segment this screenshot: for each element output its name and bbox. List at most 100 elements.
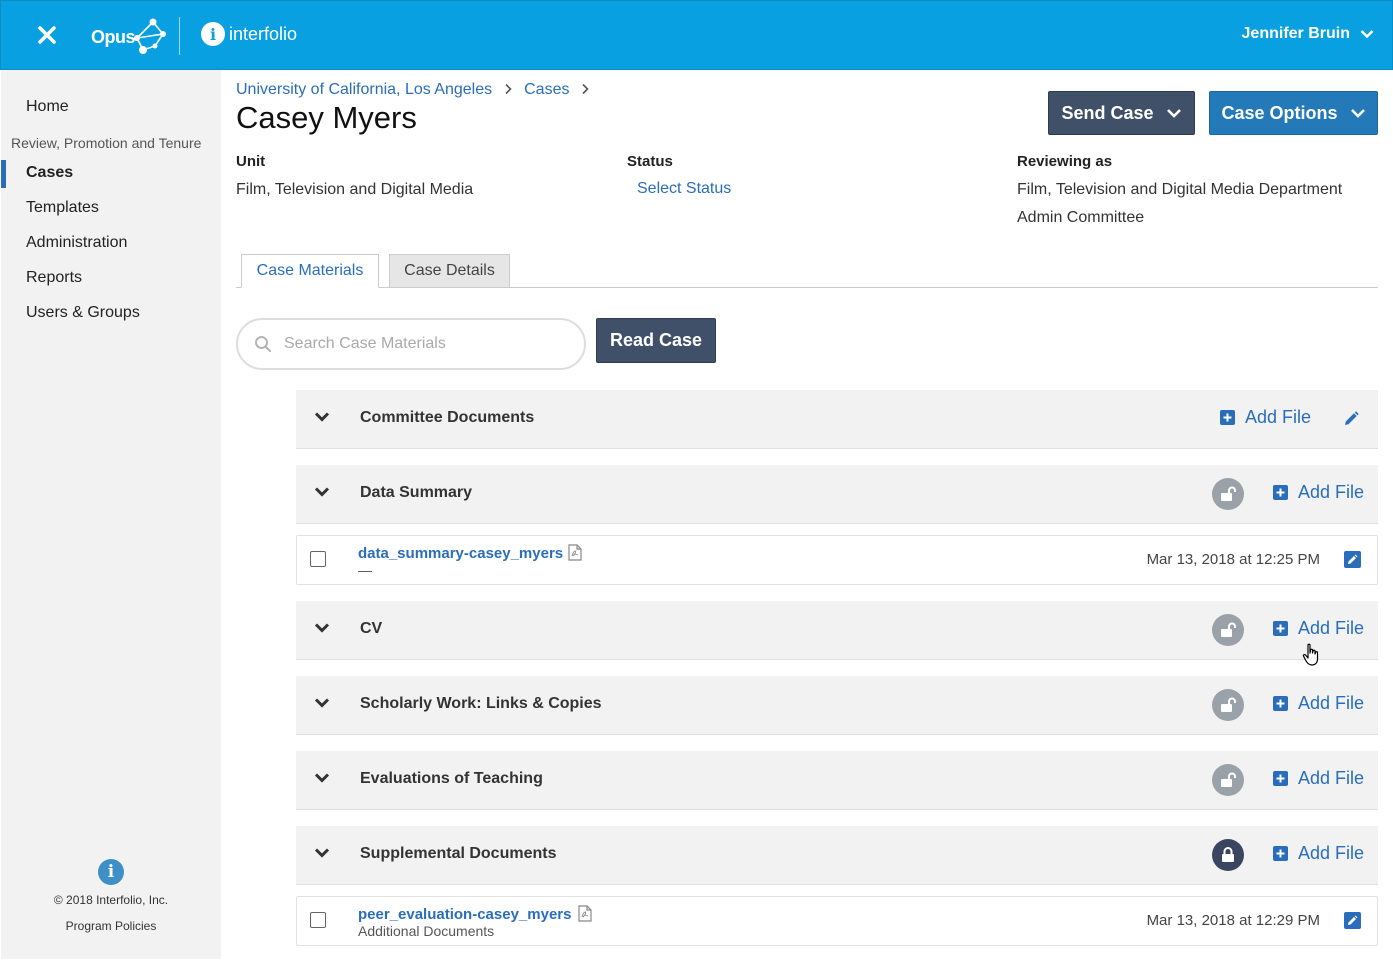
interfolio-logo[interactable]: i interfolio (201, 22, 297, 46)
plus-icon (1273, 696, 1288, 711)
edit-icon[interactable] (1344, 551, 1361, 568)
copyright-text: © 2018 Interfolio, Inc. (53, 893, 169, 907)
section-title: Evaluations of Teaching (360, 770, 543, 787)
file-date: Mar 13, 2018 at 12:29 PM (1146, 912, 1320, 929)
reviewing-as-committee: Admin Committee (1017, 209, 1145, 226)
hand-cursor-icon (1302, 643, 1319, 666)
chevron-right-icon (504, 82, 512, 98)
breadcrumb: University of California, Los Angeles Ca… (236, 81, 601, 99)
top-navigation-bar: Opus i interfolio Jennifer Bruin (0, 0, 1393, 70)
interfolio-info-icon: i (98, 859, 124, 885)
status-label: Status (627, 153, 673, 170)
pdf-file-icon (568, 544, 582, 561)
add-file-button[interactable]: Add File (1273, 843, 1364, 864)
breadcrumb-cases-link[interactable]: Cases (524, 81, 569, 99)
section-evaluations-of-teaching: Evaluations of Teaching Add File (296, 751, 1378, 810)
chevron-down-icon (1360, 30, 1374, 39)
unlocked-icon[interactable] (1212, 478, 1244, 510)
select-status-link[interactable]: Select Status (637, 180, 731, 198)
sidebar-item-templates[interactable]: Templates (26, 199, 99, 217)
section-title: Scholarly Work: Links & Copies (360, 695, 602, 712)
program-policies-link[interactable]: Program Policies (1, 919, 221, 933)
section-title: Supplemental Documents (360, 845, 557, 862)
send-case-label: Send Case (1061, 102, 1154, 123)
pencil-icon[interactable] (1342, 410, 1360, 428)
file-select-checkbox[interactable] (310, 912, 326, 928)
add-file-label: Add File (1298, 768, 1365, 788)
chevron-down-icon[interactable] (314, 411, 330, 423)
sidebar-item-administration[interactable]: Administration (26, 234, 127, 252)
add-file-label: Add File (1298, 482, 1365, 502)
user-name: Jennifer Bruin (1241, 25, 1350, 42)
file-name-link[interactable]: data_summary-casey_myers (358, 545, 563, 562)
sidebar: Home Review, Promotion and Tenure Cases … (1, 70, 221, 959)
add-file-button[interactable]: Add File (1220, 407, 1311, 428)
section-title: Committee Documents (360, 409, 535, 426)
file-subtitle: Additional Documents (358, 923, 495, 939)
search-case-materials-input[interactable] (284, 335, 564, 353)
send-case-button[interactable]: Send Case (1048, 91, 1195, 135)
edit-icon[interactable] (1344, 912, 1361, 929)
reviewing-as-value: Film, Television and Digital Media Depar… (1017, 181, 1343, 198)
read-case-button[interactable]: Read Case (596, 318, 716, 363)
add-file-label: Add File (1298, 693, 1365, 713)
page-title: Casey Myers (236, 100, 417, 135)
user-menu[interactable]: Jennifer Bruin (1242, 25, 1374, 43)
file-date: Mar 13, 2018 at 12:25 PM (1146, 551, 1320, 568)
section-data-summary: Data Summary Add File (296, 465, 1378, 524)
chevron-down-icon (1350, 109, 1365, 118)
unlocked-icon[interactable] (1212, 764, 1244, 796)
locked-icon[interactable] (1212, 839, 1244, 871)
add-file-button[interactable]: Add File (1273, 482, 1364, 503)
add-file-button[interactable]: Add File (1273, 693, 1364, 714)
search-box (236, 318, 586, 370)
pdf-file-icon (578, 905, 592, 922)
chevron-down-icon (1166, 109, 1181, 118)
unlocked-icon[interactable] (1212, 614, 1244, 646)
plus-icon (1220, 410, 1235, 425)
tab-case-materials[interactable]: Case Materials (241, 254, 379, 288)
unit-label: Unit (236, 153, 266, 170)
section-supplemental-documents: Supplemental Documents Add File (296, 826, 1378, 885)
chevron-down-icon[interactable] (314, 697, 330, 709)
chevron-down-icon[interactable] (314, 847, 330, 859)
sidebar-item-reports[interactable]: Reports (26, 269, 82, 287)
interfolio-info-icon: i (201, 22, 225, 46)
plus-icon (1273, 771, 1288, 786)
case-options-button[interactable]: Case Options (1209, 91, 1378, 135)
sidebar-item-home[interactable]: Home (26, 98, 69, 116)
section-cv: CV Add File (296, 601, 1378, 660)
case-options-label: Case Options (1221, 102, 1338, 123)
add-file-button[interactable]: Add File (1273, 618, 1364, 639)
unit-value: Film, Television and Digital Media (236, 181, 474, 198)
chevron-down-icon[interactable] (314, 622, 330, 634)
file-select-checkbox[interactable] (310, 551, 326, 567)
chevron-down-icon[interactable] (314, 486, 330, 498)
search-icon (255, 336, 272, 353)
tab-case-details[interactable]: Case Details (389, 254, 510, 288)
file-row: peer_evaluation-casey_myers Additional D… (296, 896, 1378, 946)
opus-logo[interactable]: Opus (91, 18, 171, 55)
section-scholarly-work: Scholarly Work: Links & Copies Add File (296, 676, 1378, 735)
breadcrumb-institution-link[interactable]: University of California, Los Angeles (236, 81, 492, 99)
unlocked-icon[interactable] (1212, 689, 1244, 721)
section-title: Data Summary (360, 484, 473, 501)
brand-divider (179, 17, 180, 55)
add-file-label: Add File (1245, 407, 1312, 427)
add-file-label: Add File (1298, 618, 1365, 638)
sidebar-section-heading: Review, Promotion and Tenure (11, 135, 202, 151)
file-name-link[interactable]: peer_evaluation-casey_myers (358, 906, 571, 923)
close-icon[interactable] (37, 25, 57, 45)
plus-icon (1273, 485, 1288, 500)
opus-network-icon (134, 18, 167, 54)
add-file-button[interactable]: Add File (1273, 768, 1364, 789)
plus-icon (1273, 621, 1288, 636)
sidebar-active-indicator (1, 160, 6, 188)
section-title: CV (360, 620, 383, 637)
chevron-down-icon[interactable] (314, 772, 330, 784)
sidebar-item-cases[interactable]: Cases (26, 164, 73, 182)
plus-icon (1273, 846, 1288, 861)
reviewing-as-label: Reviewing as (1017, 153, 1113, 170)
add-file-label: Add File (1298, 843, 1365, 863)
sidebar-item-users-groups[interactable]: Users & Groups (26, 304, 140, 322)
